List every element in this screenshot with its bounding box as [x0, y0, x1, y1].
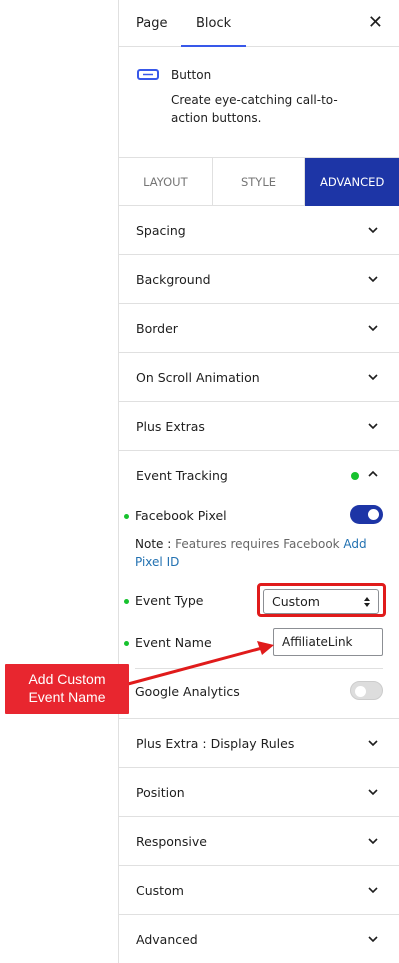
- tab-block[interactable]: Block: [181, 0, 247, 47]
- panel-label: Position: [136, 785, 185, 800]
- panel-label: Event Tracking: [136, 468, 228, 483]
- chevron-down-icon: [368, 740, 378, 747]
- panel-event-tracking: Event Tracking: [119, 451, 399, 719]
- setting-active-dot: [124, 641, 129, 646]
- event-type-label: Event Type: [135, 593, 204, 608]
- event-type-value: Custom: [272, 594, 320, 609]
- panel-plus-extras[interactable]: Plus Extras: [119, 402, 399, 451]
- chevron-up-icon: [368, 470, 378, 477]
- block-description: Create eye-catching call-to-action butto…: [171, 93, 338, 125]
- chevron-down-icon: [368, 276, 378, 283]
- panel-label: Responsive: [136, 834, 207, 849]
- panel-display-rules[interactable]: Plus Extra : Display Rules: [119, 719, 399, 768]
- google-analytics-toggle[interactable]: [350, 681, 383, 700]
- sidebar-header: Page Block ✕: [119, 0, 399, 47]
- chevron-down-icon: [368, 887, 378, 894]
- panel-label: Plus Extras: [136, 419, 205, 434]
- panel-label: Plus Extra : Display Rules: [136, 736, 295, 751]
- button-block-icon: [136, 67, 160, 83]
- tab-layout[interactable]: LAYOUT: [119, 158, 213, 206]
- panel-event-tracking-header[interactable]: Event Tracking: [119, 451, 399, 500]
- tab-advanced[interactable]: ADVANCED: [305, 158, 399, 206]
- editor-canvas-edge: [0, 0, 118, 963]
- select-arrows-icon: [364, 597, 370, 607]
- panel-on-scroll-animation[interactable]: On Scroll Animation: [119, 353, 399, 402]
- panel-label: Background: [136, 272, 211, 287]
- panel-label: Custom: [136, 883, 184, 898]
- block-name: Button: [171, 68, 212, 82]
- note-key: Note :: [135, 537, 172, 551]
- divider: [135, 668, 383, 669]
- facebook-pixel-label: Facebook Pixel: [135, 508, 227, 523]
- chevron-down-icon: [368, 325, 378, 332]
- panel-label: Advanced: [136, 932, 198, 947]
- tab-page[interactable]: Page: [136, 0, 167, 47]
- chevron-down-icon: [368, 423, 378, 430]
- chevron-down-icon: [368, 227, 378, 234]
- panel-spacing[interactable]: Spacing: [119, 206, 399, 255]
- panel-background[interactable]: Background: [119, 255, 399, 304]
- note-text: Features requires Facebook: [171, 537, 344, 551]
- inspector-tabs: LAYOUT STYLE ADVANCED: [119, 158, 399, 206]
- block-card: Button Create eye-catching call-to-actio…: [119, 47, 399, 158]
- panel-position[interactable]: Position: [119, 768, 399, 817]
- setting-active-dot: [124, 599, 129, 604]
- panel-custom[interactable]: Custom: [119, 866, 399, 915]
- panel-label: Border: [136, 321, 178, 336]
- panel-border[interactable]: Border: [119, 304, 399, 353]
- block-settings-sidebar: Page Block ✕ Button Create eye-catching …: [118, 0, 399, 963]
- event-name-input[interactable]: AffiliateLink: [273, 628, 383, 656]
- panel-advanced[interactable]: Advanced: [119, 915, 399, 963]
- annotation-callout: Add Custom Event Name: [5, 664, 129, 714]
- active-status-dot: [351, 472, 359, 480]
- facebook-pixel-toggle[interactable]: [350, 505, 383, 524]
- panel-label: Spacing: [136, 223, 186, 238]
- panel-responsive[interactable]: Responsive: [119, 817, 399, 866]
- google-analytics-label: Google Analytics: [135, 684, 240, 699]
- facebook-note: Note : Features requires Facebook Add Pi…: [135, 535, 385, 571]
- tab-style[interactable]: STYLE: [213, 158, 306, 206]
- callout-line-2: Event Name: [28, 689, 106, 705]
- chevron-down-icon: [368, 838, 378, 845]
- event-type-select[interactable]: Custom: [263, 589, 379, 614]
- chevron-down-icon: [368, 936, 378, 943]
- callout-line-1: Add Custom: [28, 671, 106, 687]
- setting-active-dot: [124, 514, 129, 519]
- chevron-down-icon: [368, 789, 378, 796]
- panel-label: On Scroll Animation: [136, 370, 260, 385]
- chevron-down-icon: [368, 374, 378, 381]
- event-name-label: Event Name: [135, 635, 212, 650]
- close-icon[interactable]: ✕: [368, 13, 383, 33]
